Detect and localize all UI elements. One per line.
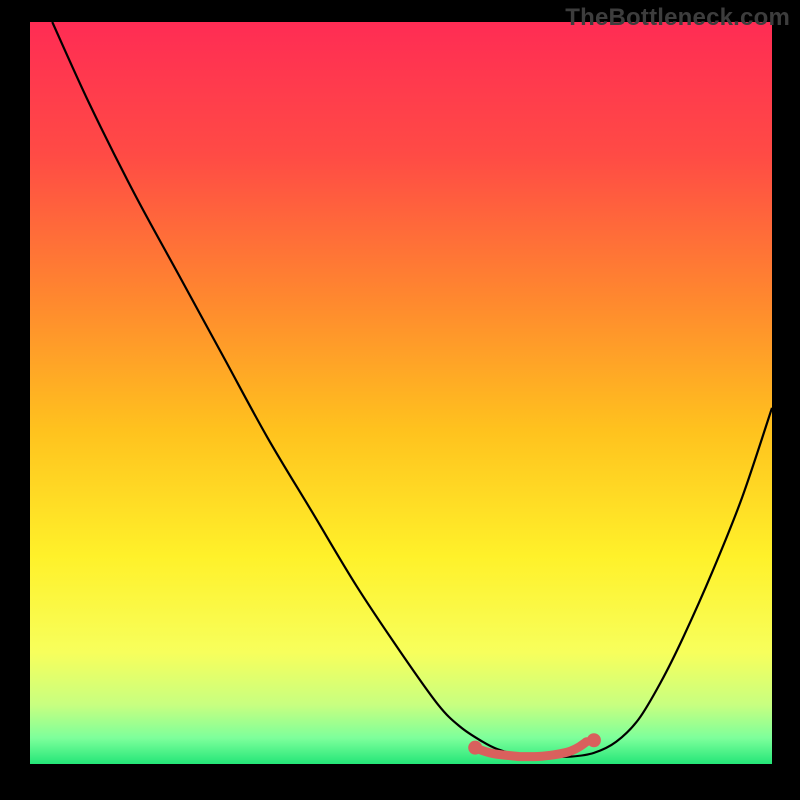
plot-svg: [30, 22, 772, 764]
watermark-text: TheBottleneck.com: [565, 4, 790, 32]
band-end-dot: [587, 733, 601, 747]
chart-frame: TheBottleneck.com: [0, 0, 800, 800]
plot-area: [30, 22, 772, 764]
band-start-dot: [468, 741, 482, 755]
